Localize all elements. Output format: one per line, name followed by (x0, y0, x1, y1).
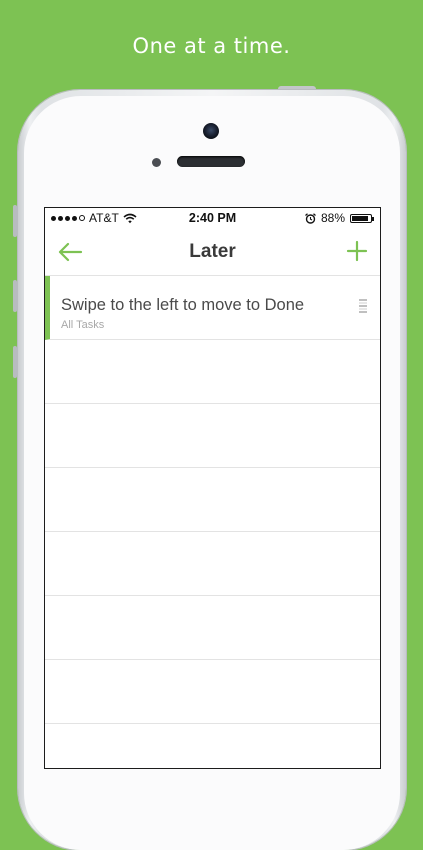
battery-fill (352, 215, 368, 221)
volume-down-button (13, 346, 17, 378)
task-row[interactable]: Swipe to the left to move to Done All Ta… (45, 276, 380, 340)
empty-row (45, 404, 380, 468)
volume-up-button (13, 280, 17, 312)
task-title: Swipe to the left to move to Done (61, 296, 305, 314)
earpiece-speaker (177, 156, 245, 167)
nav-bar: Later (45, 229, 380, 276)
proximity-sensor (152, 158, 161, 167)
empty-row (45, 532, 380, 596)
empty-row (45, 660, 380, 724)
empty-row (45, 596, 380, 660)
headline: One at a time. (132, 34, 291, 58)
battery-icon (350, 213, 374, 223)
app-screen: AT&T 2:40 PM 88% Later Swipe to the left… (44, 207, 381, 769)
empty-row (45, 468, 380, 532)
battery-percent: 88% (320, 211, 345, 225)
drag-handle-icon[interactable] (358, 298, 368, 314)
mute-switch (13, 205, 17, 237)
alarm-icon (305, 212, 316, 224)
status-right: 88% (305, 211, 374, 225)
empty-rows (45, 340, 380, 724)
task-list-label: All Tasks (61, 319, 105, 331)
page-title: Later (189, 241, 236, 262)
task-list: Swipe to the left to move to Done All Ta… (45, 276, 380, 724)
front-camera (203, 123, 219, 139)
plus-icon[interactable] (346, 240, 368, 262)
empty-row (45, 340, 380, 404)
status-bar: AT&T 2:40 PM 88% (45, 208, 380, 229)
